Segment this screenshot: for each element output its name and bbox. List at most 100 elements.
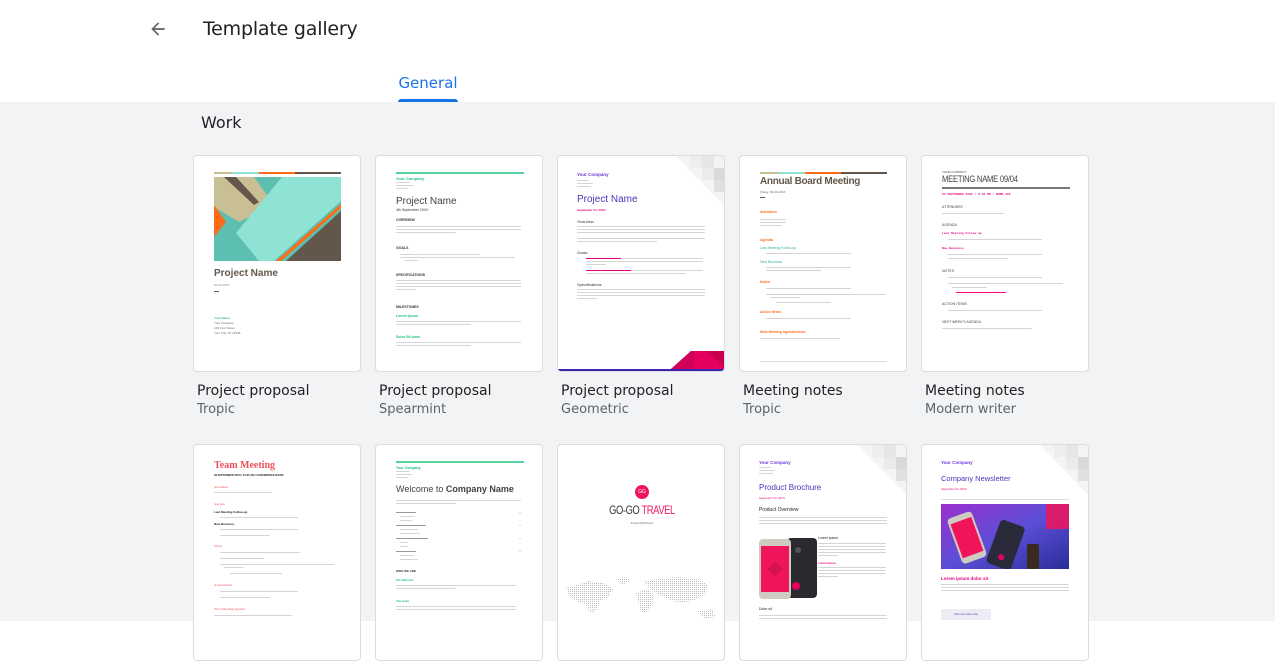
back-button[interactable] [144,17,172,45]
thumb-section: Dolor sit [759,607,772,611]
arrow-left-icon [148,19,168,44]
thumb-contact-line: Your City, ST 12345 [214,331,241,335]
thumb-subhead: Last Meeting Follow-up [760,246,797,250]
geometric-decoration [858,445,906,495]
thumb-subhead: Lorem ipsum [818,536,839,540]
thumb-heading: Product Brochure [759,483,822,492]
thumb-contact-line: 123 Your Street [214,326,235,330]
thumb-subhead: Lorem ipsum [818,561,836,565]
thumb-company: Your Company [396,466,421,470]
thumb-subhead: Lorem ipsum dolor sit [941,576,989,581]
thumb-section: Agenda [214,502,225,506]
template-list: Work Project Name 09.04.20XX Your Name Y… [0,102,1275,661]
thumb-subhead: Last Meeting Follow-up [942,232,982,235]
phone-illustration [759,538,817,599]
thumb-section: NOTES [942,269,955,273]
template-thumbnail: GG GO-GO TRAVEL Travel Brochure [557,444,725,661]
thumb-button: Visit our latest site [941,609,991,620]
template-thumbnail: Team Meeting 09 SEPTEMBER 20XX / 10:00 A… [193,444,361,661]
template-card[interactable]: Your Company Welcome to Company Name WHO… [375,444,543,661]
thumb-section: Action Items [214,583,233,587]
thumb-heading: Welcome to Company Name [396,484,514,494]
template-thumbnail: YOUR COMPANY MEETING NAME 09/04 04 SEPTE… [921,155,1089,372]
cover-illustration [214,177,341,261]
template-style: Spearmint [379,402,447,417]
thumb-heading: MEETING NAME 09/04 [942,174,1018,184]
thumb-date: 09.04.20XX [214,283,230,287]
geometric-decoration [1040,445,1088,495]
thumb-heading: Annual Board Meeting [760,176,861,187]
thumb-section: Notes [760,280,770,284]
thumb-date: 4th September 20XX [396,208,429,212]
template-card[interactable]: Your Company Project Name 4th September … [375,155,543,417]
thumb-section: Product Overview [759,507,799,513]
thumb-section: MILESTONES [396,305,419,309]
thumb-section: WHO WE ARE [396,569,417,573]
thumb-date: September 04, 20XX [941,487,967,491]
thumb-section: SPECIFICATIONS [396,273,426,277]
newsletter-hero-image [941,504,1069,569]
geometric-footer [558,351,724,371]
template-thumbnail: Project Name 09.04.20XX Your Name Your C… [193,155,361,372]
thumb-company: Your Company [577,172,609,177]
thumb-section: Notes [214,544,223,548]
thumb-section: ATTENDEES [942,205,963,209]
template-style: Geometric [561,402,629,417]
geometric-decoration [676,156,724,206]
template-card[interactable]: Your Company Product Brochure September … [739,444,907,661]
template-name: Project proposal [561,383,674,399]
thumb-subhead: The team [396,599,410,603]
template-thumbnail: Your Company Project Name September 04, … [557,155,725,372]
thumb-subhead: New Business [760,260,783,264]
thumb-company: Your Company [941,460,973,465]
template-name: Meeting notes [925,383,1025,399]
thumb-heading: Company Newsletter [941,474,1011,483]
template-card[interactable]: Team Meeting 09 SEPTEMBER 20XX / 10:00 A… [193,444,361,661]
section-title: Work [201,113,242,132]
thumb-contact-line: Your Company [214,321,234,325]
header: Template gallery General [0,0,1275,102]
template-style: Tropic [743,402,782,417]
thumb-heading-bold: Company Name [445,484,514,494]
thumb-date: 04 SEPTEMBER 20XX / 6:10 PM / ROOM 436 [942,193,1011,196]
thumb-subhead: New Business [214,522,235,526]
thumb-heading-a: GO-GO [609,503,642,517]
template-thumbnail: Your Company Project Name 4th September … [375,155,543,372]
thumb-subhead: Lorem ipsum [396,314,418,318]
template-card[interactable]: Your Company Company Newsletter Septembe… [921,444,1089,661]
thumb-section: Specifications [577,282,602,287]
travel-logo: GG [635,485,649,499]
template-name: Project proposal [197,383,310,399]
template-card[interactable]: Annual Board Meeting Friday, 09.04.20XX … [739,155,907,417]
thumb-section: Agenda [760,238,773,242]
thumb-section: ACTION ITEMS [942,302,967,306]
thumb-subhead: New Business [942,247,964,250]
thumb-heading: Team Meeting [214,460,276,471]
tab-general[interactable]: General [398,74,458,102]
thumb-section: GOALS [396,246,409,250]
template-style: Tropic [197,402,236,417]
thumb-section: Attendees [214,485,228,489]
template-card[interactable]: GG GO-GO TRAVEL Travel Brochure [557,444,725,661]
template-card[interactable]: YOUR COMPANY MEETING NAME 09/04 04 SEPTE… [921,155,1089,417]
thumb-subtitle: Travel Brochure [630,521,654,525]
template-thumbnail: Annual Board Meeting Friday, 09.04.20XX … [739,155,907,372]
page-title: Template gallery [203,18,358,40]
thumb-subhead: Dolor Sit Amet [396,335,421,339]
template-thumbnail: Your Company Welcome to Company Name WHO… [375,444,543,661]
thumb-date: September 04, 20XX [577,208,606,212]
tab-label: General [398,74,458,92]
thumb-date: September 04, 20XX [759,496,785,500]
thumb-heading: Project Name [214,268,278,279]
thumb-heading-b: TRAVEL [641,503,675,517]
thumb-section: Action Items [760,310,782,314]
world-map-illustration [566,577,716,619]
template-card[interactable]: Project Name 09.04.20XX Your Name Your C… [193,155,361,417]
template-name: Meeting notes [743,383,843,399]
thumb-heading: Project Name [577,194,638,205]
template-style: Modern writer [925,402,1016,417]
template-name: Project proposal [379,383,492,399]
thumb-subhead: Last Meeting Follow-up [214,510,248,514]
thumb-heading: GO-GO TRAVEL [576,503,707,517]
template-card[interactable]: Your Company Project Name September 04, … [557,155,725,417]
